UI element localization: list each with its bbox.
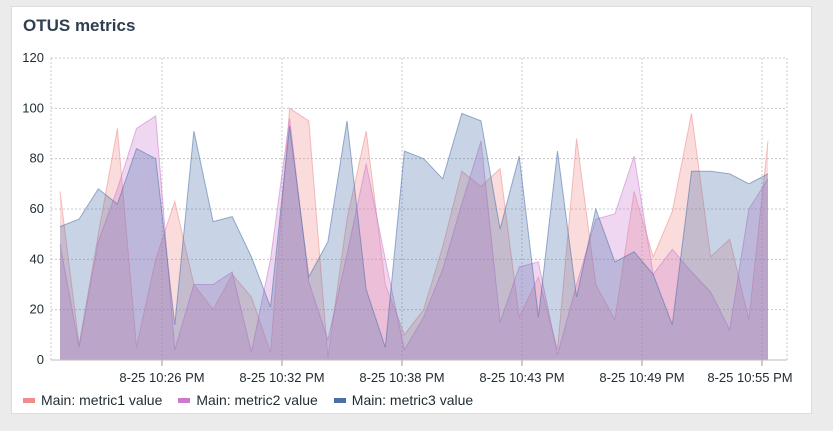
- legend-swatch-metric1: [23, 397, 35, 403]
- y-tick-label: 0: [37, 352, 44, 367]
- legend-swatch-metric3: [333, 397, 346, 403]
- y-tick-label: 80: [30, 151, 44, 166]
- legend: Main: metric1 value Main: metric2 value …: [23, 392, 473, 408]
- y-tick-label: 120: [22, 50, 44, 65]
- legend-swatch-metric2: [178, 397, 191, 403]
- y-tick-label: 40: [30, 251, 44, 266]
- x-tick-label: 8-25 10:38 PM: [359, 370, 444, 385]
- legend-item-metric1[interactable]: Main: metric1 value: [23, 392, 162, 408]
- x-tick-label: 8-25 10:43 PM: [479, 370, 564, 385]
- chart-svg: 0 20 40 60 80 100 120 8-25 10:26 PM 8-25 10:32 P…: [22, 50, 792, 385]
- y-tick-label: 60: [30, 201, 44, 216]
- x-tick-label: 8-25 10:26 PM: [119, 370, 204, 385]
- y-tick-label: 100: [22, 100, 44, 115]
- x-tick-label: 8-25 10:55 PM: [707, 370, 792, 385]
- series-layer: [59, 107, 769, 361]
- legend-item-metric2[interactable]: Main: metric2 value: [178, 392, 318, 408]
- legend-label-metric1: Main: metric1 value: [41, 392, 163, 408]
- legend-item-metric3[interactable]: Main: metric3 value: [333, 392, 474, 408]
- legend-label-metric2: Main: metric2 value: [196, 392, 318, 408]
- x-tick-label: 8-25 10:32 PM: [239, 370, 324, 385]
- x-tick-label: 8-25 10:49 PM: [599, 370, 684, 385]
- y-tick-label: 20: [30, 302, 44, 317]
- legend-label-metric3: Main: metric3 value: [351, 392, 474, 408]
